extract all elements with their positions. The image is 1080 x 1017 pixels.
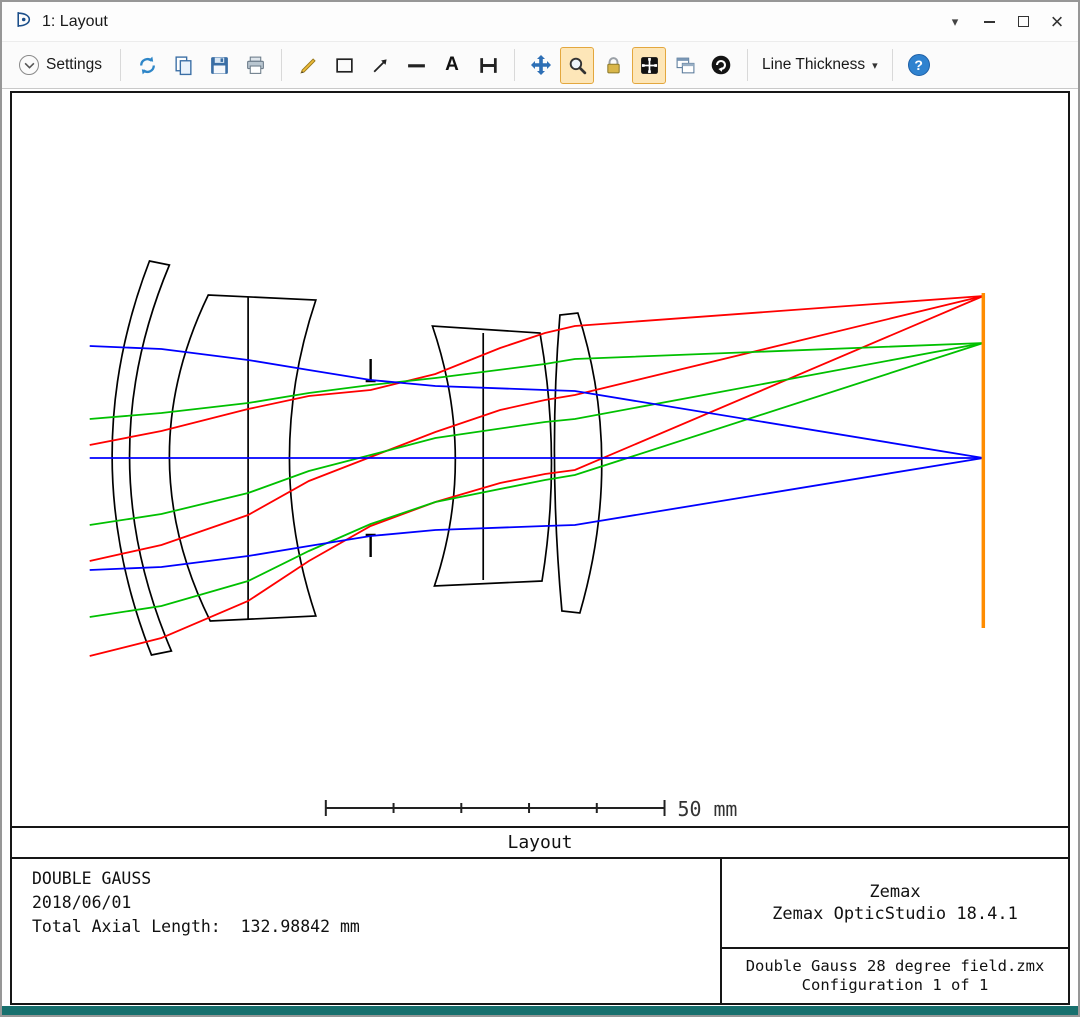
aperture-stop-mark [366,359,376,381]
ray-green-trace [90,343,984,419]
help-button[interactable]: ? [902,47,936,84]
branding-cell: Zemax Zemax OpticStudio 18.4.1 [722,859,1068,947]
rectangle-tool-button[interactable] [327,47,361,84]
brand-name: Zemax [869,882,920,902]
toolbar-separator [747,49,748,81]
toolbar-separator [281,49,282,81]
info-panel: DOUBLE GAUSS 2018/06/01 Total Axial Leng… [12,857,1068,1003]
software-version: Zemax OpticStudio 18.4.1 [772,904,1018,924]
layout-window: 1: Layout ▾ × Settings [0,0,1080,1017]
pencil-tool-button[interactable] [291,47,325,84]
fit-to-window-button[interactable] [632,47,666,84]
line-tool-button[interactable] [399,47,433,84]
help-icon: ? [908,54,930,76]
maximize-icon [1018,16,1029,27]
minimize-button[interactable] [972,5,1006,39]
file-name: Double Gauss 28 degree field.zmx [746,957,1045,975]
layout-drawing[interactable]: 50 mm [12,93,1068,826]
ray-green-trace [90,343,984,525]
settings-chevron-icon [19,55,39,75]
minimize-icon [984,21,995,23]
dimension-icon [478,55,499,76]
line-thickness-label: Line Thickness [762,56,865,74]
magnifier-icon [567,55,588,76]
line-icon [406,55,427,76]
settings-button[interactable]: Settings [10,47,111,84]
save-button[interactable] [202,47,236,84]
copy-button[interactable] [166,47,200,84]
file-cell: Double Gauss 28 degree field.zmx Configu… [722,947,1068,1003]
rectangle-icon [334,55,355,76]
save-icon [209,55,230,76]
toolbar: Settings A [2,42,1078,89]
ray-red-trace [90,296,984,656]
window-controls: ▾ × [938,5,1074,39]
dimension-tool-button[interactable] [471,47,505,84]
total-axial-length: Total Axial Length: 132.98842 mm [32,915,720,939]
window-bottom-edge [2,1006,1078,1015]
print-button[interactable] [238,47,272,84]
rotate-button[interactable] [704,47,738,84]
fit-icon [639,55,660,76]
pan-icon [530,54,552,76]
plot-caption: Layout [507,832,572,853]
print-icon [245,55,266,76]
refresh-button[interactable] [130,47,164,84]
toolbar-separator [892,49,893,81]
file-date: 2018/06/01 [32,891,720,915]
text-tool-icon: A [445,54,459,76]
line-thickness-dropdown[interactable]: Line Thickness ▾ [757,47,883,84]
rotate-icon [710,54,732,76]
close-icon: × [1051,12,1064,32]
plot-caption-bar: Layout [12,826,1068,857]
lens-title: DOUBLE GAUSS [32,867,720,891]
lock-button[interactable] [596,47,630,84]
maximize-button[interactable] [1006,5,1040,39]
chevron-down-icon: ▾ [872,59,878,72]
window-title: 1: Layout [42,13,108,31]
refresh-icon [137,55,158,76]
duplicate-window-button[interactable] [668,47,702,84]
window-icon [14,10,33,34]
copy-icon [173,55,194,76]
pencil-icon [298,55,319,76]
toolbar-separator [514,49,515,81]
arrow-icon [370,55,391,76]
window-menu-button[interactable]: ▾ [938,5,972,39]
info-right-cells: Zemax Zemax OpticStudio 18.4.1 Double Ga… [720,859,1068,1003]
toolbar-separator [120,49,121,81]
plot-area: 50 mm Layout DOUBLE GAUSS 2018/06/01 Tot… [10,91,1070,1005]
layout-canvas[interactable]: 50 mm [12,93,1068,826]
titlebar[interactable]: 1: Layout ▾ × [2,2,1078,42]
arrow-tool-button[interactable] [363,47,397,84]
settings-label: Settings [46,56,102,74]
text-tool-button[interactable]: A [435,47,469,84]
aperture-stop-mark [366,535,376,557]
scale-label: 50 mm [677,797,737,821]
zoom-button[interactable] [560,47,594,84]
duplicate-window-icon [675,55,696,76]
info-left-cell: DOUBLE GAUSS 2018/06/01 Total Axial Leng… [12,859,720,1003]
pan-button[interactable] [524,47,558,84]
lock-icon [603,55,624,76]
configuration-label: Configuration 1 of 1 [802,976,989,994]
chevron-down-icon: ▾ [952,14,959,30]
close-button[interactable]: × [1040,5,1074,39]
